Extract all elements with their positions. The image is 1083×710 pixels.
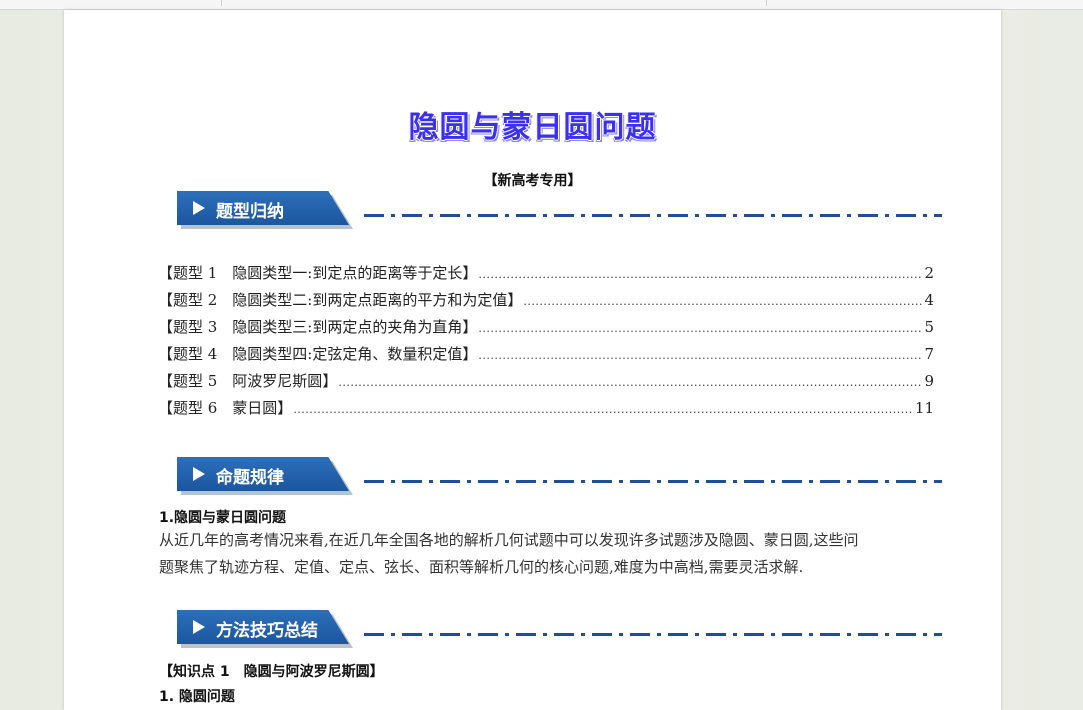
toc-leader-dots: ........................................…	[478, 349, 923, 362]
banner-dashed-rule	[364, 480, 942, 483]
toc-entry-page: 7	[924, 345, 934, 363]
banner-label: 命题规律	[216, 468, 284, 488]
rules-paragraph: 从近几年的高考情况来看,在近几年全国各地的解析几何试题中可以发现许多试题涉及隐圆…	[159, 527, 934, 581]
toc-entry-label: 【题型 1 隐圆类型一:到定点的距离等于定长】	[158, 264, 478, 282]
toc-entry-page: 2	[924, 264, 934, 282]
toc-entry[interactable]: 【题型 4 隐圆类型四:定弦定角、数量积定值】 ................…	[158, 343, 934, 370]
document-subtitle: 【新高考专用】	[483, 173, 582, 189]
toc-entry-label: 【题型 5 阿波罗尼斯圆】	[158, 372, 338, 390]
toc-leader-dots: ........................................…	[478, 268, 923, 281]
rules-line: 题聚焦了轨迹方程、定值、定点、弦长、面积等解析几何的核心问题,难度为中高档,需要…	[159, 558, 804, 576]
play-arrow-icon	[193, 201, 205, 215]
banner-label: 题型归纳	[216, 202, 284, 222]
toc-entry-page: 11	[914, 399, 934, 417]
toc-entry-page: 9	[924, 372, 934, 390]
toc-entry-page: 5	[924, 318, 934, 336]
table-of-contents: 【题型 1 隐圆类型一:到定点的距离等于定长】 ................…	[158, 262, 934, 424]
cut-off-heading: 1. 隐圆问题	[159, 689, 235, 705]
toc-entry[interactable]: 【题型 6 蒙日圆】 .............................…	[158, 397, 934, 424]
rules-heading: 1.隐圆与蒙日圆问题	[159, 510, 287, 526]
toolbar-separator	[766, 0, 767, 6]
toc-entry-label: 【题型 4 隐圆类型四:定弦定角、数量积定值】	[158, 345, 478, 363]
top-toolbar-edge	[0, 0, 1083, 10]
toc-entry-label: 【题型 2 隐圆类型二:到两定点距离的平方和为定值】	[158, 291, 523, 309]
toc-entry[interactable]: 【题型 3 隐圆类型三:到两定点的夹角为直角】 ................…	[158, 316, 934, 343]
toolbar-separator	[221, 0, 222, 6]
document-title: 隐圆与蒙日圆问题	[408, 110, 657, 145]
section-banner-methods: 方法技巧总结	[177, 610, 957, 650]
play-arrow-icon	[193, 467, 205, 481]
knowledge-heading: 【知识点 1 隐圆与阿波罗尼斯圆】	[159, 664, 384, 680]
banner-label: 方法技巧总结	[216, 621, 318, 641]
toc-entry[interactable]: 【题型 1 隐圆类型一:到定点的距离等于定长】 ................…	[158, 262, 934, 289]
toc-entry-page: 4	[924, 291, 934, 309]
toc-entry[interactable]: 【题型 5 阿波罗尼斯圆】 ..........................…	[158, 370, 934, 397]
banner-dashed-rule	[364, 633, 942, 636]
banner-dashed-rule	[364, 214, 942, 217]
toc-leader-dots: ........................................…	[523, 295, 924, 308]
toc-entry-label: 【题型 3 隐圆类型三:到两定点的夹角为直角】	[158, 318, 478, 336]
toc-leader-dots: ........................................…	[338, 376, 923, 389]
document-page: 隐圆与蒙日圆问题 【新高考专用】 题型归纳 【题型 1 隐圆类型一:到定点的距离…	[64, 10, 1001, 710]
section-banner-rules: 命题规律	[177, 457, 957, 497]
play-arrow-icon	[193, 620, 205, 634]
toc-entry[interactable]: 【题型 2 隐圆类型二:到两定点距离的平方和为定值】 .............…	[158, 289, 934, 316]
toc-leader-dots: ........................................…	[478, 322, 923, 335]
toc-leader-dots: ........................................…	[293, 403, 914, 416]
rules-line: 从近几年的高考情况来看,在近几年全国各地的解析几何试题中可以发现许多试题涉及隐圆…	[159, 531, 859, 549]
section-banner-types: 题型归纳	[177, 191, 957, 231]
toc-entry-label: 【题型 6 蒙日圆】	[158, 399, 293, 417]
